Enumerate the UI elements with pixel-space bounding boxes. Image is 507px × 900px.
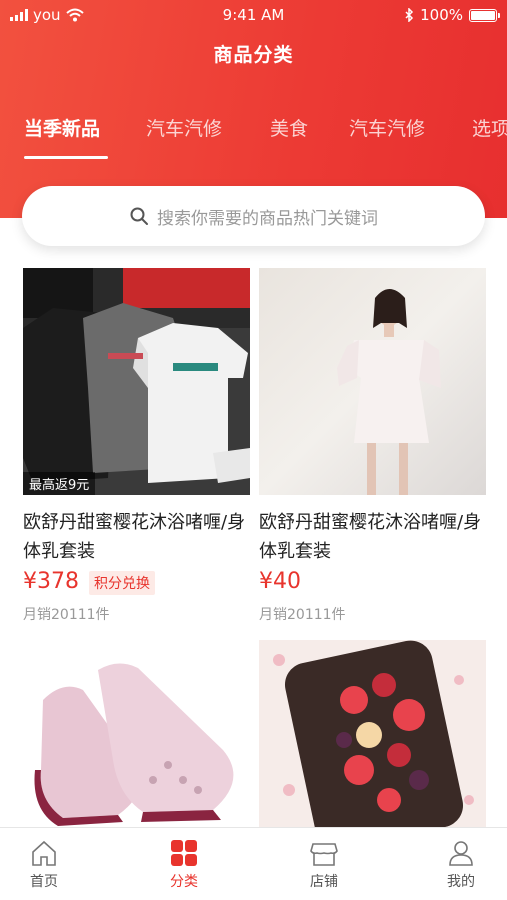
- rebate-badge: 最高返9元: [23, 472, 96, 495]
- tab-bar-profile[interactable]: 我的: [421, 838, 501, 891]
- profile-icon: [449, 841, 473, 866]
- home-icon: [32, 840, 56, 866]
- product-card[interactable]: 最高返9元 欧舒丹甜蜜樱花沐浴啫喱/身体乳套装 ¥378 积分兑换 月销2011…: [23, 268, 250, 628]
- points-redeem-tag: 积分兑换: [89, 571, 155, 595]
- tab-bar-home[interactable]: 首页: [4, 838, 84, 891]
- store-icon: [310, 843, 338, 866]
- product-image-phone-case[interactable]: [259, 640, 486, 827]
- product-name[interactable]: 欧舒丹甜蜜樱花沐浴啫喱/身体乳套装: [23, 508, 250, 566]
- product-price: ¥378: [23, 569, 79, 594]
- product-image-tshirts[interactable]: 最高返9元: [23, 268, 250, 495]
- tab-bar-store[interactable]: 店铺: [284, 838, 364, 891]
- tab-bar-profile-label: 我的: [447, 874, 475, 890]
- tab-bar-store-label: 店铺: [310, 874, 338, 890]
- tab-bar: 首页 分类 店铺 我的: [0, 827, 507, 900]
- product-image-sneakers[interactable]: [23, 640, 250, 827]
- tab-bar-category[interactable]: 分类: [144, 838, 224, 891]
- product-image-dress[interactable]: [259, 268, 486, 495]
- monthly-sales: 月销20111件: [259, 607, 346, 623]
- monthly-sales: 月销20111件: [23, 607, 110, 623]
- tab-bar-category-label: 分类: [170, 874, 198, 890]
- tab-bar-home-label: 首页: [30, 874, 58, 890]
- product-card[interactable]: [23, 640, 250, 827]
- category-icon: [171, 840, 197, 866]
- product-card[interactable]: 欧舒丹甜蜜樱花沐浴啫喱/身体乳套装 ¥40 月销20111件: [259, 268, 486, 628]
- product-name[interactable]: 欧舒丹甜蜜樱花沐浴啫喱/身体乳套装: [259, 508, 486, 566]
- product-card[interactable]: [259, 640, 486, 827]
- product-price: ¥40: [259, 569, 301, 594]
- product-grid: 最高返9元 欧舒丹甜蜜樱花沐浴啫喱/身体乳套装 ¥378 积分兑换 月销2011…: [0, 0, 507, 900]
